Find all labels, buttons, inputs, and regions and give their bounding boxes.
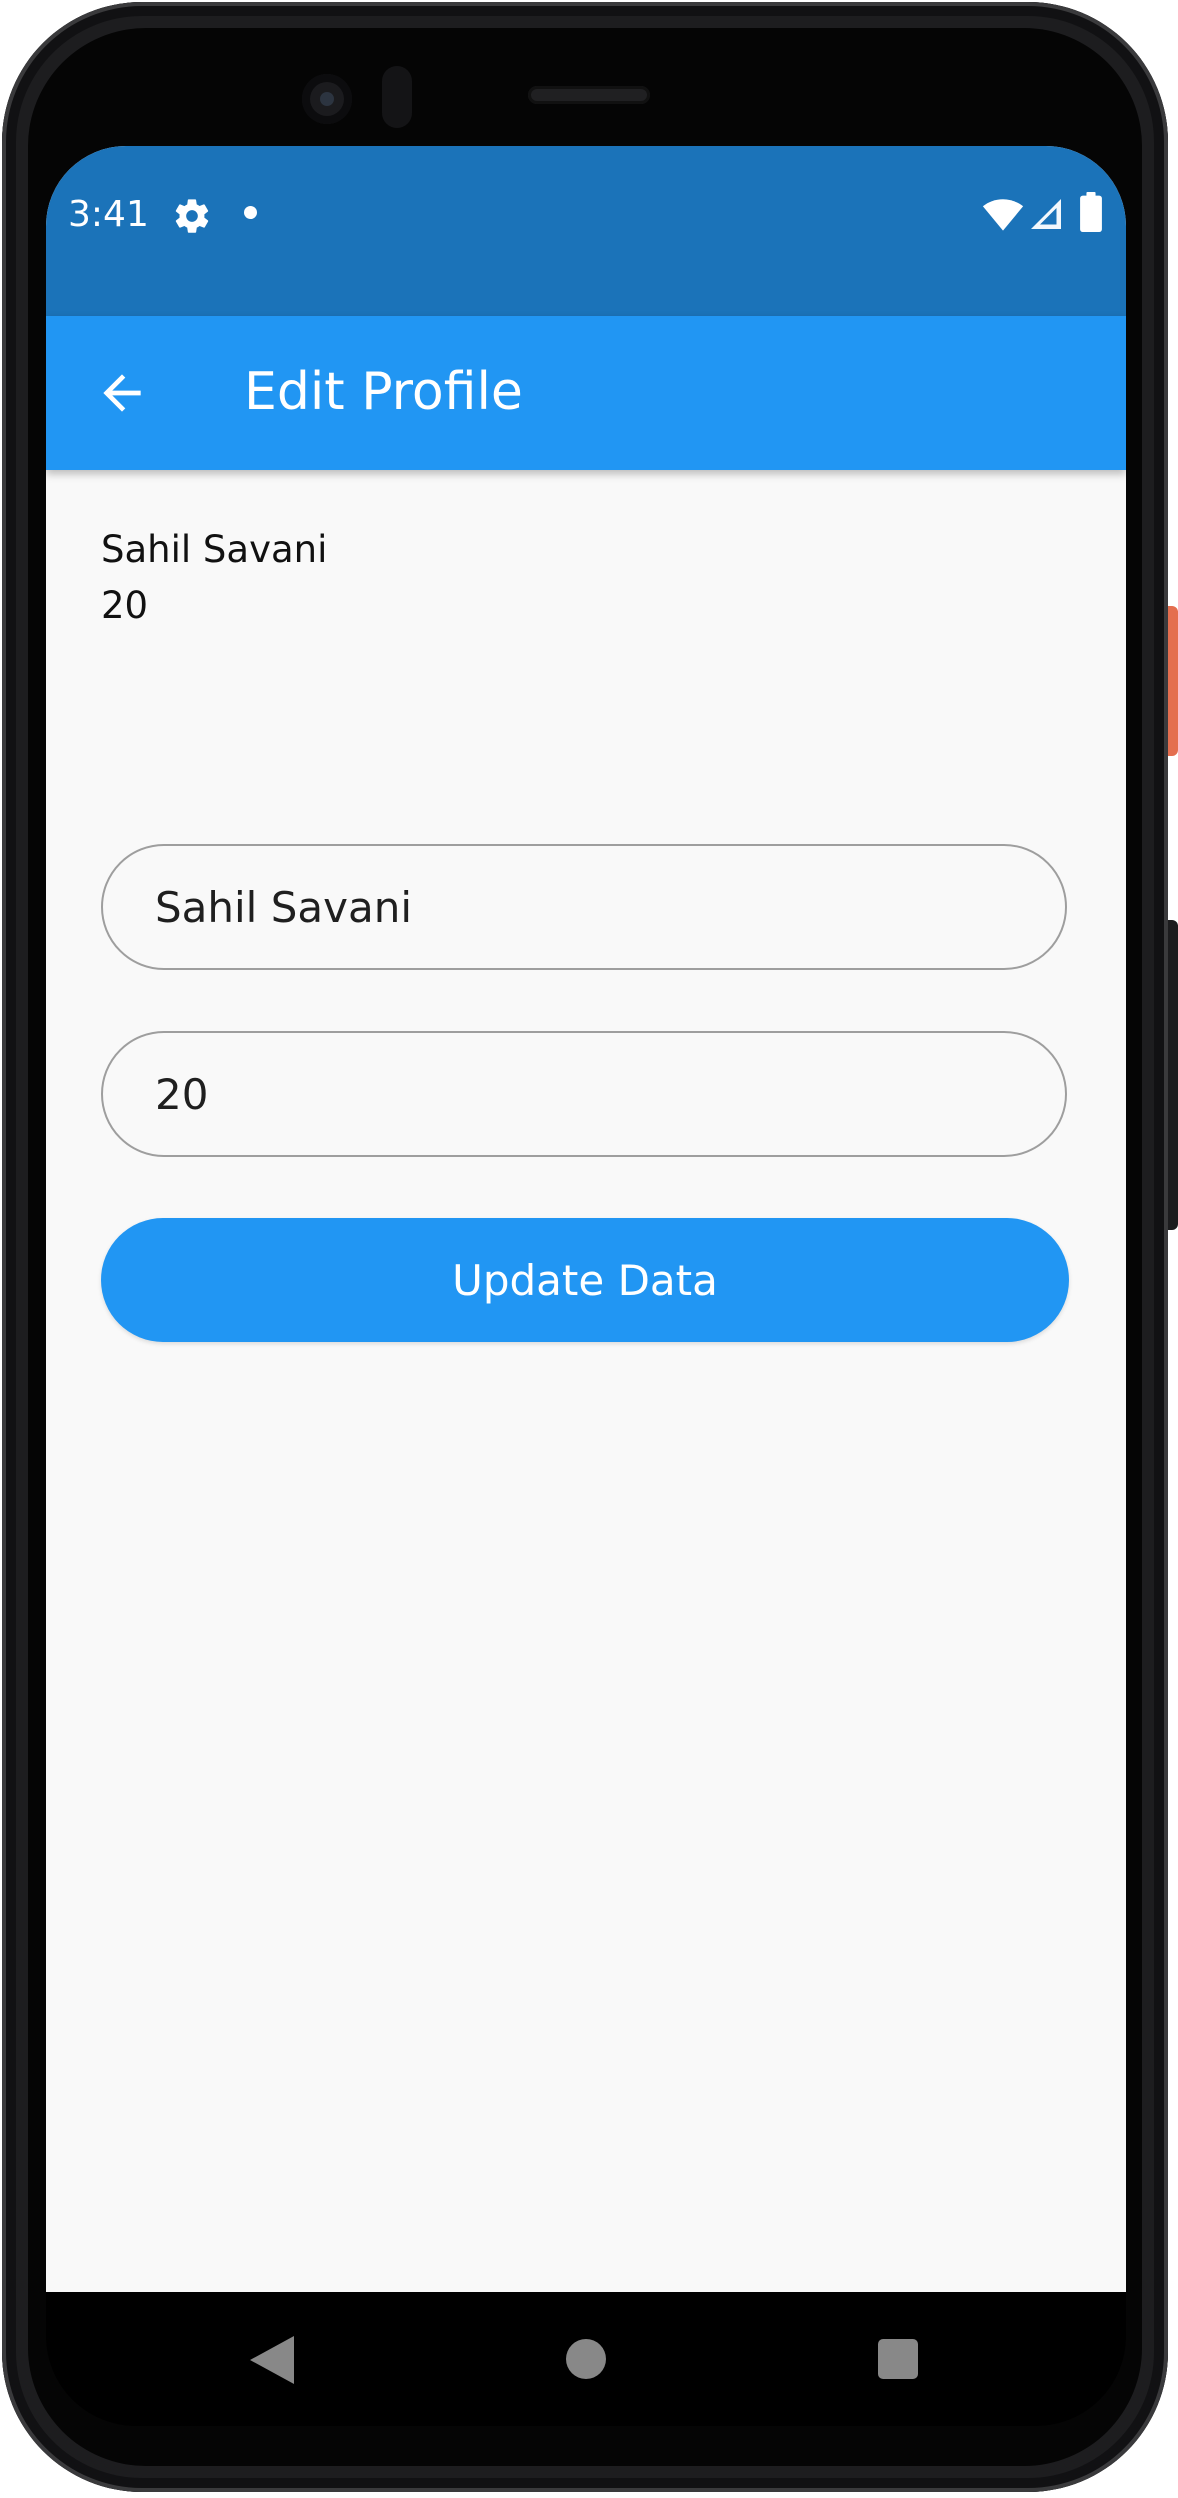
- notification-dot-icon: [244, 206, 257, 219]
- proximity-sensor: [382, 66, 412, 128]
- app-screen: 3:41 Edit Profile Sahil Savani 20 Sahil …: [46, 146, 1126, 2292]
- volume-rocker: [1168, 920, 1178, 1230]
- signal-icon: [1031, 199, 1061, 229]
- age-field[interactable]: [101, 1031, 1067, 1157]
- name-field[interactable]: [101, 844, 1067, 970]
- status-bar: 3:41: [46, 146, 1126, 316]
- profile-name-text: Sahil Savani: [101, 528, 328, 571]
- arrow-back-icon[interactable]: [94, 365, 150, 421]
- system-nav-bar: [46, 2292, 1126, 2426]
- back-triangle-icon[interactable]: [250, 2336, 294, 2384]
- app-bar: Edit Profile: [46, 316, 1126, 470]
- recents-square-icon[interactable]: [878, 2339, 918, 2379]
- profile-age-text: 20: [101, 584, 149, 627]
- power-button: [1168, 606, 1178, 756]
- status-time: 3:41: [68, 194, 149, 235]
- name-input[interactable]: [155, 846, 1015, 968]
- gear-icon: [175, 199, 209, 233]
- front-camera: [302, 74, 352, 124]
- home-circle-icon[interactable]: [566, 2339, 606, 2379]
- earpiece-speaker: [528, 86, 650, 104]
- age-input[interactable]: [155, 1033, 1015, 1155]
- battery-icon: [1080, 192, 1102, 232]
- wifi-icon: [982, 199, 1024, 231]
- page-title: Edit Profile: [244, 362, 523, 422]
- update-data-button[interactable]: Update Data: [101, 1218, 1069, 1342]
